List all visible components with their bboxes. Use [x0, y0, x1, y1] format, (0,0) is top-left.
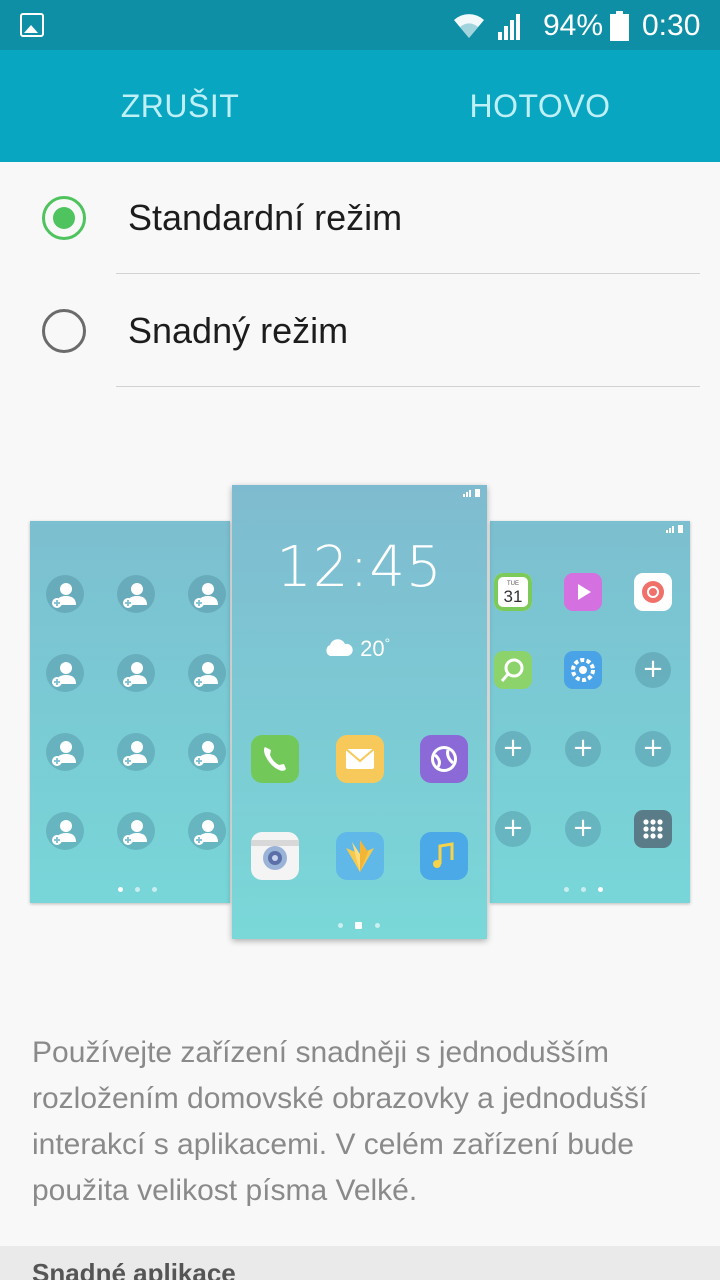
page-indicator: [232, 922, 487, 929]
divider: [116, 273, 700, 274]
page-indicator: [30, 887, 230, 893]
contact-placeholder-icon: [117, 733, 155, 771]
image-notification-icon: [20, 13, 44, 37]
add-shortcut-icon: +: [635, 652, 671, 688]
section-header: Snadné aplikace: [0, 1246, 720, 1280]
contact-placeholder-icon: [188, 733, 226, 771]
contact-placeholder-icon: [46, 575, 84, 613]
section-title: Snadné aplikace: [32, 1258, 236, 1280]
contact-placeholder-icon: [117, 812, 155, 850]
cancel-button[interactable]: ZRUŠIT: [0, 50, 360, 162]
settings-app-icon: [564, 651, 602, 689]
contact-placeholder-icon: [188, 812, 226, 850]
status-time: 0:30: [642, 9, 701, 42]
gallery-app-icon: [336, 832, 384, 880]
camera-app-icon: [251, 832, 299, 880]
contact-placeholder-icon: [46, 812, 84, 850]
preview-contacts-screen: [30, 521, 230, 903]
calendar-app-icon: TUE 31: [494, 573, 532, 611]
video-app-icon: [564, 573, 602, 611]
mini-status-icon: [463, 489, 480, 497]
add-shortcut-icon: +: [495, 731, 531, 767]
contact-placeholder-icon: [188, 575, 226, 613]
music-app-icon: [420, 832, 468, 880]
option-label: Standardní režim: [128, 197, 403, 238]
email-app-icon: [634, 573, 672, 611]
done-button[interactable]: HOTOVO: [360, 50, 720, 162]
add-shortcut-icon: +: [635, 731, 671, 767]
contact-placeholder-icon: [188, 654, 226, 692]
contact-placeholder-icon: [46, 733, 84, 771]
add-shortcut-icon: +: [495, 811, 531, 847]
clock-widget: 12:45: [276, 535, 443, 600]
contact-placeholder-icon: [117, 654, 155, 692]
preview-home-screen: 12:45 20°: [232, 485, 487, 939]
contact-placeholder-icon: [117, 575, 155, 613]
mode-preview-illustration: TUE 31 + + + + + + 12:45 20°: [0, 485, 720, 945]
weather-widget: 20°: [322, 635, 390, 662]
add-shortcut-icon: +: [565, 811, 601, 847]
preview-apps-screen: TUE 31 + + + + + +: [490, 521, 690, 903]
add-shortcut-icon: +: [565, 731, 601, 767]
magnifier-app-icon: [494, 651, 532, 689]
radio-button[interactable]: [42, 309, 86, 353]
signal-icon: [498, 14, 520, 40]
battery-percent: 94%: [543, 9, 604, 42]
message-app-icon: [336, 735, 384, 783]
temperature-text: 20: [360, 636, 385, 661]
option-standard-mode[interactable]: Standardní režim: [0, 162, 720, 274]
option-easy-mode[interactable]: Snadný režim: [0, 275, 720, 387]
option-label: Snadný režim: [128, 310, 349, 351]
contact-placeholder-icon: [46, 654, 84, 692]
status-bar: 94% 0:30: [0, 0, 720, 50]
calendar-date-text: 31: [504, 587, 523, 606]
apps-grid-icon: [634, 810, 672, 848]
cloud-icon: [326, 639, 353, 656]
internet-app-icon: [420, 735, 468, 783]
divider: [116, 386, 700, 387]
page-indicator: [490, 887, 690, 893]
mini-status-icon: [666, 525, 683, 533]
battery-icon: [610, 11, 629, 41]
radio-button-selected[interactable]: [42, 196, 86, 240]
action-bar: ZRUŠIT HOTOVO: [0, 50, 720, 162]
wifi-icon: [454, 14, 484, 38]
mode-description: Používejte zařízení snadněji s jednodušš…: [32, 1036, 648, 1207]
phone-app-icon: [251, 735, 299, 783]
